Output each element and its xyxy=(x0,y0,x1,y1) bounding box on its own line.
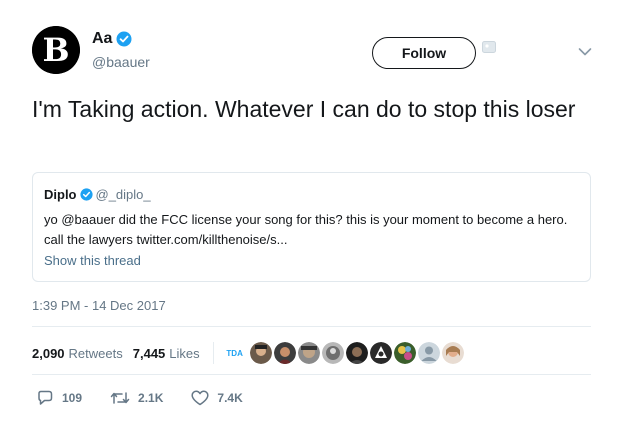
stats-separator xyxy=(212,342,214,364)
chevron-down-icon[interactable] xyxy=(578,44,592,56)
quoted-header: Diplo @_diplo_ xyxy=(44,187,151,202)
liker-avatar[interactable] xyxy=(369,342,392,364)
tweet-timestamp[interactable]: 1:39 PM - 14 Dec 2017 xyxy=(32,298,166,313)
tweet-actions: 109 2.1K 7.4K xyxy=(36,390,271,406)
retweets-count: 2,090 xyxy=(32,345,65,361)
liker-avatar[interactable] xyxy=(441,342,464,364)
quoted-display-name: Diplo xyxy=(44,187,77,202)
divider xyxy=(32,326,591,327)
quoted-tweet[interactable]: Diplo @_diplo_ yo @baauer did the FCC li… xyxy=(32,172,591,282)
like-count: 7.4K xyxy=(217,391,243,405)
retweet-button[interactable]: 2.1K xyxy=(110,390,163,406)
follow-button[interactable]: Follow xyxy=(372,37,476,69)
verified-badge-icon xyxy=(79,188,93,201)
author-avatar[interactable]: B xyxy=(32,26,80,74)
retweets-label: Retweets xyxy=(68,345,123,361)
liker-avatar[interactable] xyxy=(393,342,416,364)
show-thread-link[interactable]: Show this thread xyxy=(44,253,141,268)
retweet-count: 2.1K xyxy=(138,391,164,405)
quoted-handle: @_diplo_ xyxy=(95,187,151,202)
quoted-text: yo @baauer did the FCC license your song… xyxy=(44,212,568,247)
likes-stat[interactable]: 7,445 Likes xyxy=(133,346,200,361)
like-button[interactable]: 7.4K xyxy=(191,390,243,406)
liker-avatar[interactable]: TDA xyxy=(224,342,246,364)
retweets-stat[interactable]: 2,090 Retweets xyxy=(32,346,123,361)
tweet-text: I'm Taking action. Whatever I can do to … xyxy=(32,96,576,122)
author-handle[interactable]: @baauer xyxy=(92,54,150,70)
liker-avatar[interactable] xyxy=(321,342,344,364)
reply-icon xyxy=(38,390,53,405)
reply-button[interactable]: 109 xyxy=(36,390,82,406)
liker-avatar[interactable] xyxy=(345,342,368,364)
author-name-row[interactable]: Aa xyxy=(92,30,132,48)
avatar-letter: B xyxy=(42,31,69,69)
liker-avatar[interactable] xyxy=(417,342,440,364)
likes-count: 7,445 xyxy=(132,345,166,361)
heart-icon xyxy=(191,390,209,406)
retweet-icon xyxy=(110,392,130,404)
verified-badge-icon xyxy=(116,31,132,47)
divider xyxy=(32,374,591,375)
liker-avatar[interactable] xyxy=(297,342,320,364)
liker-avatar[interactable] xyxy=(273,342,296,364)
liker-avatar[interactable] xyxy=(249,342,272,364)
tweet-header: B Aa @baauer Follow xyxy=(32,26,602,76)
likes-label: Likes xyxy=(169,345,200,361)
tweet-stats: 2,090 Retweets 7,445 Likes TDA xyxy=(32,342,466,364)
likers-avatars: TDA xyxy=(224,342,466,364)
author-display-name[interactable]: Aa xyxy=(92,30,112,48)
reply-count: 109 xyxy=(62,391,83,405)
small-image-icon xyxy=(482,40,496,53)
